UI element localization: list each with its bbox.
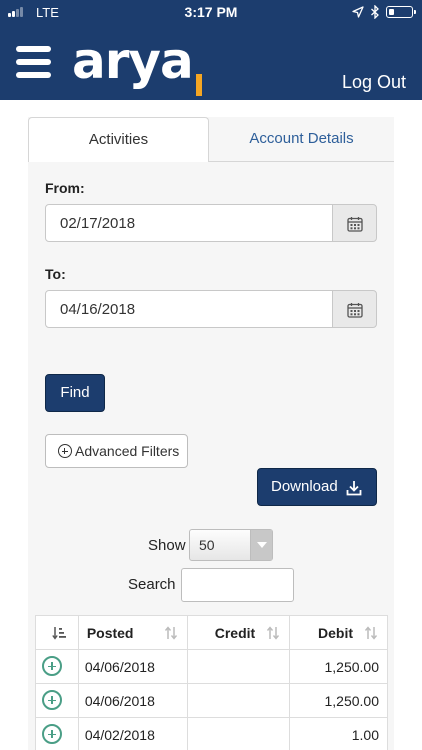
download-icon — [346, 481, 362, 496]
download-button[interactable]: Download — [257, 468, 377, 506]
expand-row-icon[interactable] — [42, 690, 62, 710]
debit-header-label: Debit — [318, 624, 353, 641]
app-header: arya Log Out — [0, 24, 422, 100]
page-size-value: 50 — [199, 537, 215, 553]
page-size-select[interactable]: 50 — [189, 529, 273, 561]
location-arrow-icon — [352, 6, 364, 18]
from-calendar-button[interactable] — [332, 204, 377, 242]
expand-cell — [35, 649, 79, 684]
calendar-icon — [347, 303, 363, 318]
credit-cell — [187, 649, 291, 684]
posted-column-header[interactable]: Posted — [77, 615, 189, 650]
calendar-icon — [347, 217, 363, 232]
status-bar: LTE 3:17 PM — [0, 0, 422, 24]
posted-cell: 04/02/2018 — [77, 717, 189, 750]
credit-column-header[interactable]: Credit — [187, 615, 291, 650]
activities-table: Posted Credit Debit 04/06/2018 1,250.00 … — [35, 615, 388, 750]
sort-descending-icon — [52, 627, 66, 640]
tab-divider — [209, 161, 394, 162]
logo-accent-bar — [196, 74, 202, 96]
credit-header-label: Credit — [214, 624, 256, 641]
find-button[interactable]: Find — [45, 374, 105, 412]
table-row: 04/06/2018 1,250.00 — [35, 649, 388, 684]
sort-icon — [267, 626, 280, 640]
debit-cell: 1.00 — [289, 717, 388, 750]
to-label: To: — [45, 266, 66, 282]
search-label: Search — [128, 576, 176, 593]
bluetooth-icon — [371, 5, 379, 19]
debit-cell: 1,250.00 — [289, 683, 388, 718]
table-row: 04/06/2018 1,250.00 — [35, 683, 388, 718]
to-calendar-button[interactable] — [332, 290, 377, 328]
expand-cell — [35, 717, 79, 750]
sort-icon — [364, 626, 378, 640]
tab-account-details[interactable]: Account Details — [209, 117, 394, 162]
search-input[interactable] — [181, 568, 294, 602]
from-date-input[interactable] — [45, 204, 333, 242]
table-header-row: Posted Credit Debit — [35, 615, 388, 650]
table-row: 04/02/2018 1.00 — [35, 717, 388, 750]
battery-icon — [386, 6, 416, 18]
debit-cell: 1,250.00 — [289, 649, 388, 684]
expand-cell — [35, 683, 79, 718]
expand-row-icon[interactable] — [42, 724, 62, 744]
expand-column-header[interactable] — [35, 615, 79, 650]
advanced-filters-button[interactable]: Advanced Filters — [45, 434, 188, 468]
logout-link[interactable]: Log Out — [342, 72, 406, 93]
from-label: From: — [45, 180, 85, 196]
advanced-filters-label: Advanced Filters — [75, 443, 180, 459]
show-label: Show — [148, 537, 186, 554]
posted-cell: 04/06/2018 — [77, 683, 189, 718]
debit-column-header[interactable]: Debit — [289, 615, 388, 650]
credit-cell — [187, 683, 291, 718]
plus-circle-icon — [58, 444, 72, 458]
arya-logo: arya — [72, 32, 194, 90]
to-date-input[interactable] — [45, 290, 333, 328]
expand-row-icon[interactable] — [42, 656, 62, 676]
download-label: Download — [271, 478, 338, 495]
hamburger-menu-icon[interactable] — [16, 46, 52, 78]
tab-activities[interactable]: Activities — [28, 117, 209, 162]
posted-header-label: Posted — [86, 624, 134, 641]
sort-icon — [165, 626, 178, 640]
dropdown-arrow-icon — [257, 542, 267, 548]
posted-cell: 04/06/2018 — [77, 649, 189, 684]
credit-cell — [187, 717, 291, 750]
